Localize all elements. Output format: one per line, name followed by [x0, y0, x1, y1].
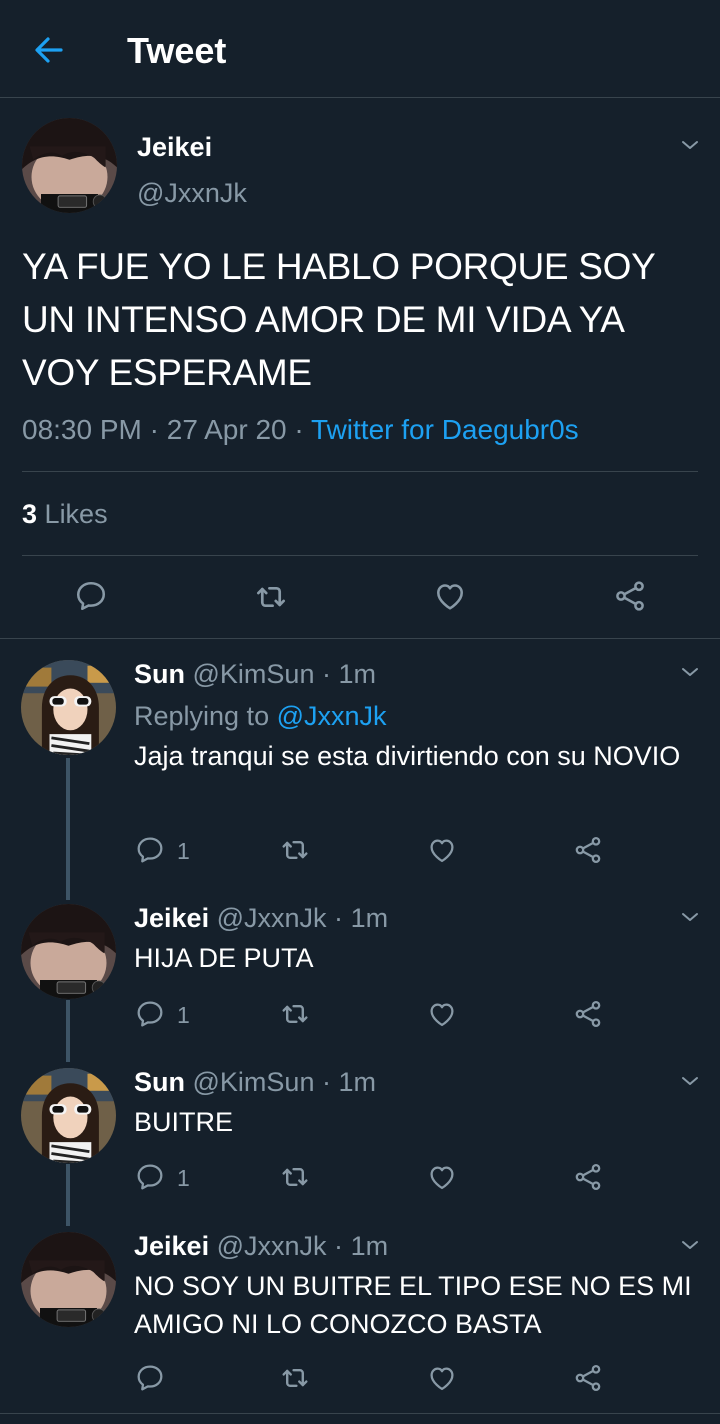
- timestamp: 1m: [338, 659, 377, 689]
- reply-count: 1: [177, 1165, 190, 1191]
- reply-header: Sun @KimSun · 1m: [134, 1065, 376, 1099]
- tweet-time: 08:30 PM: [22, 414, 142, 445]
- author-name[interactable]: Jeikei: [134, 903, 209, 933]
- share-icon[interactable]: [572, 834, 604, 866]
- reply-count: 1: [177, 838, 190, 864]
- avatar[interactable]: [21, 1232, 116, 1327]
- like-icon[interactable]: [432, 578, 468, 614]
- avatar[interactable]: [21, 904, 116, 999]
- replying-label: Replying to: [134, 701, 270, 731]
- author-name[interactable]: Sun: [134, 1067, 185, 1097]
- chevron-down-icon[interactable]: [678, 1233, 702, 1257]
- thread-line: [66, 758, 70, 900]
- meta-separator: ·: [294, 414, 304, 445]
- like-icon[interactable]: [426, 1362, 458, 1394]
- reply-icon[interactable]: [134, 998, 166, 1030]
- author-handle[interactable]: @KimSun: [193, 659, 315, 689]
- avatar[interactable]: [21, 1068, 116, 1163]
- separator: ·: [321, 1067, 331, 1097]
- reply-count: 1: [177, 1002, 190, 1028]
- retweet-icon[interactable]: [278, 1361, 312, 1395]
- author-name[interactable]: Sun: [134, 659, 185, 689]
- reply-header: Jeikei @JxxnJk · 1m: [134, 901, 388, 935]
- share-icon[interactable]: [612, 578, 648, 614]
- like-icon[interactable]: [426, 834, 458, 866]
- like-icon[interactable]: [426, 998, 458, 1030]
- reply-icon[interactable]: [134, 1362, 166, 1394]
- back-arrow-icon[interactable]: [30, 31, 68, 69]
- top-bar: Tweet: [0, 0, 720, 98]
- reply-text: HIJA DE PUTA: [134, 943, 314, 973]
- share-icon[interactable]: [572, 1362, 604, 1394]
- reply-icon[interactable]: [73, 578, 109, 614]
- chevron-down-icon[interactable]: [678, 905, 702, 929]
- replying-to: Replying to @JxxnJk: [134, 699, 387, 733]
- reply-icon[interactable]: [134, 834, 166, 866]
- thread-line: [66, 1164, 70, 1226]
- likes-count: 3: [22, 499, 38, 529]
- divider: [22, 555, 698, 556]
- chevron-down-icon[interactable]: [678, 133, 702, 157]
- tweet-source-link[interactable]: Twitter for Daegubr0s: [311, 414, 579, 445]
- author-handle[interactable]: @JxxnJk: [217, 1231, 327, 1261]
- reply-text: Jaja tranqui se esta divirtiendo con su …: [134, 741, 681, 771]
- replying-handle-link[interactable]: @JxxnJk: [277, 701, 387, 731]
- separator: ·: [321, 659, 331, 689]
- retweet-icon[interactable]: [278, 997, 312, 1031]
- reply-text: BUITRE: [134, 1107, 234, 1137]
- divider: [0, 638, 720, 639]
- separator: ·: [334, 1231, 344, 1261]
- reply-header: Jeikei @JxxnJk · 1m: [134, 1229, 388, 1263]
- retweet-icon[interactable]: [252, 578, 290, 616]
- avatar[interactable]: [22, 118, 117, 213]
- like-icon[interactable]: [426, 1161, 458, 1193]
- author-handle[interactable]: @JxxnJk: [137, 176, 247, 210]
- likes-stat[interactable]: 3 Likes: [22, 497, 108, 531]
- divider: [0, 1413, 720, 1414]
- reply-icon[interactable]: [134, 1161, 166, 1193]
- divider: [22, 471, 698, 472]
- tweet-meta: 08:30 PM · 27 Apr 20 · Twitter for Daegu…: [22, 412, 579, 448]
- tweet-date: 27 Apr 20: [166, 414, 287, 445]
- retweet-icon[interactable]: [278, 1160, 312, 1194]
- tweet-text: YA FUE YO LE HABLO PORQUE SOY UN INTENSO…: [22, 246, 655, 393]
- timestamp: 1m: [350, 903, 389, 933]
- timestamp: 1m: [350, 1231, 389, 1261]
- reply-text: NO SOY UN BUITRE EL TIPO ESE NO ES MI AM…: [134, 1271, 692, 1339]
- retweet-icon[interactable]: [278, 833, 312, 867]
- share-icon[interactable]: [572, 998, 604, 1030]
- share-icon[interactable]: [572, 1161, 604, 1193]
- thread-line: [66, 1000, 70, 1062]
- meta-separator: ·: [149, 414, 159, 445]
- reply-header: Sun @KimSun · 1m: [134, 657, 376, 691]
- author-handle[interactable]: @KimSun: [193, 1067, 315, 1097]
- likes-label: Likes: [44, 499, 108, 529]
- author-name[interactable]: Jeikei: [134, 1231, 209, 1261]
- author-handle[interactable]: @JxxnJk: [217, 903, 327, 933]
- separator: ·: [334, 903, 344, 933]
- page-title: Tweet: [127, 30, 227, 71]
- chevron-down-icon[interactable]: [678, 660, 702, 684]
- author-name[interactable]: Jeikei: [137, 130, 212, 164]
- avatar[interactable]: [21, 660, 116, 755]
- timestamp: 1m: [338, 1067, 377, 1097]
- chevron-down-icon[interactable]: [678, 1069, 702, 1093]
